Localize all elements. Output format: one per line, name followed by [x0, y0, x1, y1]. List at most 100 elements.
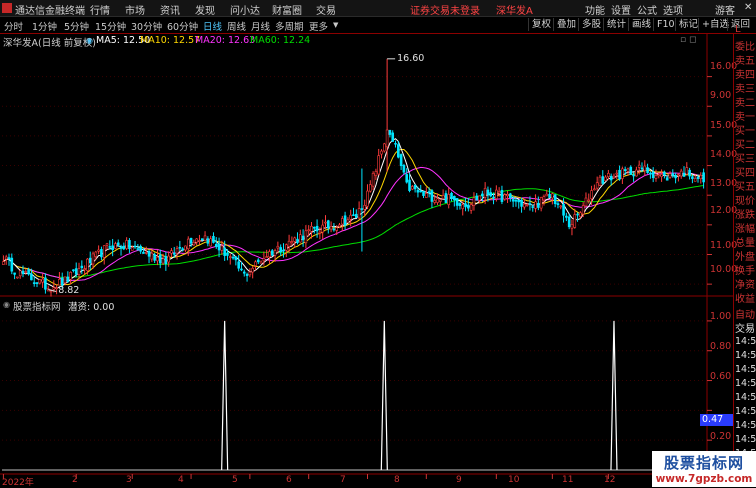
candle-body [671, 173, 675, 176]
candle-body [262, 258, 266, 261]
tool-duogu[interactable]: 多股 [578, 18, 601, 31]
candle [668, 171, 672, 179]
candle-body [181, 248, 184, 251]
candle [158, 249, 162, 269]
candle-body [142, 251, 145, 254]
candle-body [192, 242, 196, 246]
period-1min[interactable]: 1分钟 [32, 19, 57, 33]
period-multi[interactable]: 多周期 [275, 19, 304, 33]
candle-body [254, 261, 257, 266]
auto-trade-title[interactable]: 自动 [735, 306, 756, 321]
candle-body [287, 240, 291, 247]
menu-shichang[interactable]: 市场 [125, 2, 145, 17]
candle [615, 169, 619, 180]
candle-body [21, 270, 25, 275]
period-15min[interactable]: 15分钟 [95, 19, 126, 33]
menu-gongneng[interactable]: 功能 [585, 2, 605, 17]
tool-diejia[interactable]: 叠加 [553, 18, 576, 31]
trade-time: 14:55 [735, 378, 756, 389]
candle [553, 194, 557, 208]
candle [293, 236, 296, 248]
title-bar: 通达信金融终端 行情 市场 资讯 发现 问小达 财富圈 交易 证券交易未登录 深… [0, 0, 756, 17]
menu-zixun[interactable]: 资讯 [160, 2, 180, 17]
candle-body [186, 238, 190, 250]
candle-body [430, 190, 434, 202]
candle-body [2, 261, 5, 265]
candle-body [184, 245, 187, 251]
period-more[interactable]: 更多 [309, 19, 328, 33]
candle-body [116, 242, 120, 246]
candle-body [539, 197, 543, 209]
candle-body [475, 195, 479, 201]
indicator-icon[interactable]: ◉ [3, 300, 10, 309]
guest-user[interactable]: 游客 [715, 2, 735, 17]
candle-body [453, 195, 456, 201]
candle-body [30, 273, 33, 281]
menu-caifuquan[interactable]: 财富圈 [272, 2, 302, 17]
tool-add-watchlist[interactable]: +自选 [698, 18, 729, 31]
candle-body [273, 250, 277, 256]
chevron-down-icon[interactable]: ▼ [333, 21, 338, 29]
period-toolbar: 分时 1分钟 5分钟 15分钟 30分钟 60分钟 日线 周线 月线 多周期 更… [0, 17, 756, 34]
candle-body [537, 202, 540, 208]
tool-biaoji[interactable]: 标记 [675, 18, 698, 31]
candle-body [397, 144, 400, 158]
candle [450, 191, 453, 202]
login-status[interactable]: 证券交易未登录 [410, 2, 480, 17]
candle-body [206, 238, 210, 244]
kline-chart[interactable] [0, 34, 756, 487]
candle-body [436, 198, 439, 203]
candle-body [38, 279, 42, 284]
candle-body [60, 277, 64, 286]
close-icon[interactable]: ✕ [744, 2, 752, 13]
candle [598, 174, 602, 187]
tool-tongji[interactable]: 统计 [603, 18, 626, 31]
candle-body [355, 213, 358, 218]
candle [18, 270, 22, 279]
tool-fuquan[interactable]: 复权 [528, 18, 551, 31]
menu-xuanxiang[interactable]: 选项 [663, 2, 683, 17]
candle [618, 165, 621, 181]
candle-body [167, 255, 170, 263]
menu-gongshi[interactable]: 公式 [637, 2, 657, 17]
period-30min[interactable]: 30分钟 [131, 19, 162, 33]
period-fenshi[interactable]: 分时 [4, 19, 23, 33]
candle-body [371, 173, 375, 187]
candle-body [172, 252, 176, 255]
menu-jiaoyi[interactable]: 交易 [316, 2, 336, 17]
candle-body [604, 176, 607, 181]
x-label: 5 [232, 475, 238, 485]
candle-body [509, 193, 512, 199]
quote-label: 涨幅 [735, 224, 755, 235]
candle-body [495, 189, 498, 199]
candle [475, 193, 479, 201]
candle-body [517, 199, 521, 203]
candle-body [411, 186, 414, 190]
candle [360, 168, 364, 252]
candle [601, 170, 605, 185]
candle-body [296, 238, 299, 243]
period-60min[interactable]: 60分钟 [167, 19, 198, 33]
candle [198, 234, 201, 245]
candle [114, 241, 117, 250]
candle-body [108, 246, 112, 248]
candle [691, 174, 694, 184]
period-daily[interactable]: 日线 [203, 19, 222, 33]
period-5min[interactable]: 5分钟 [64, 19, 89, 33]
candle-body [629, 166, 633, 175]
candle [192, 239, 196, 246]
candle-body [284, 244, 288, 251]
menu-shezhi[interactable]: 设置 [611, 2, 631, 17]
menu-wenxiaoda[interactable]: 问小达 [230, 2, 260, 17]
tool-f10[interactable]: F10 [653, 18, 675, 31]
period-weekly[interactable]: 周线 [227, 19, 246, 33]
menu-hangqing[interactable]: 行情 [90, 2, 110, 17]
candle [567, 213, 571, 230]
candle [665, 175, 669, 181]
candle-body [388, 129, 392, 135]
period-monthly[interactable]: 月线 [251, 19, 270, 33]
menu-faxian[interactable]: 发现 [195, 2, 215, 17]
candle-body [352, 214, 355, 217]
tool-huaxian[interactable]: 画线 [628, 18, 651, 31]
candle-body [573, 214, 577, 228]
